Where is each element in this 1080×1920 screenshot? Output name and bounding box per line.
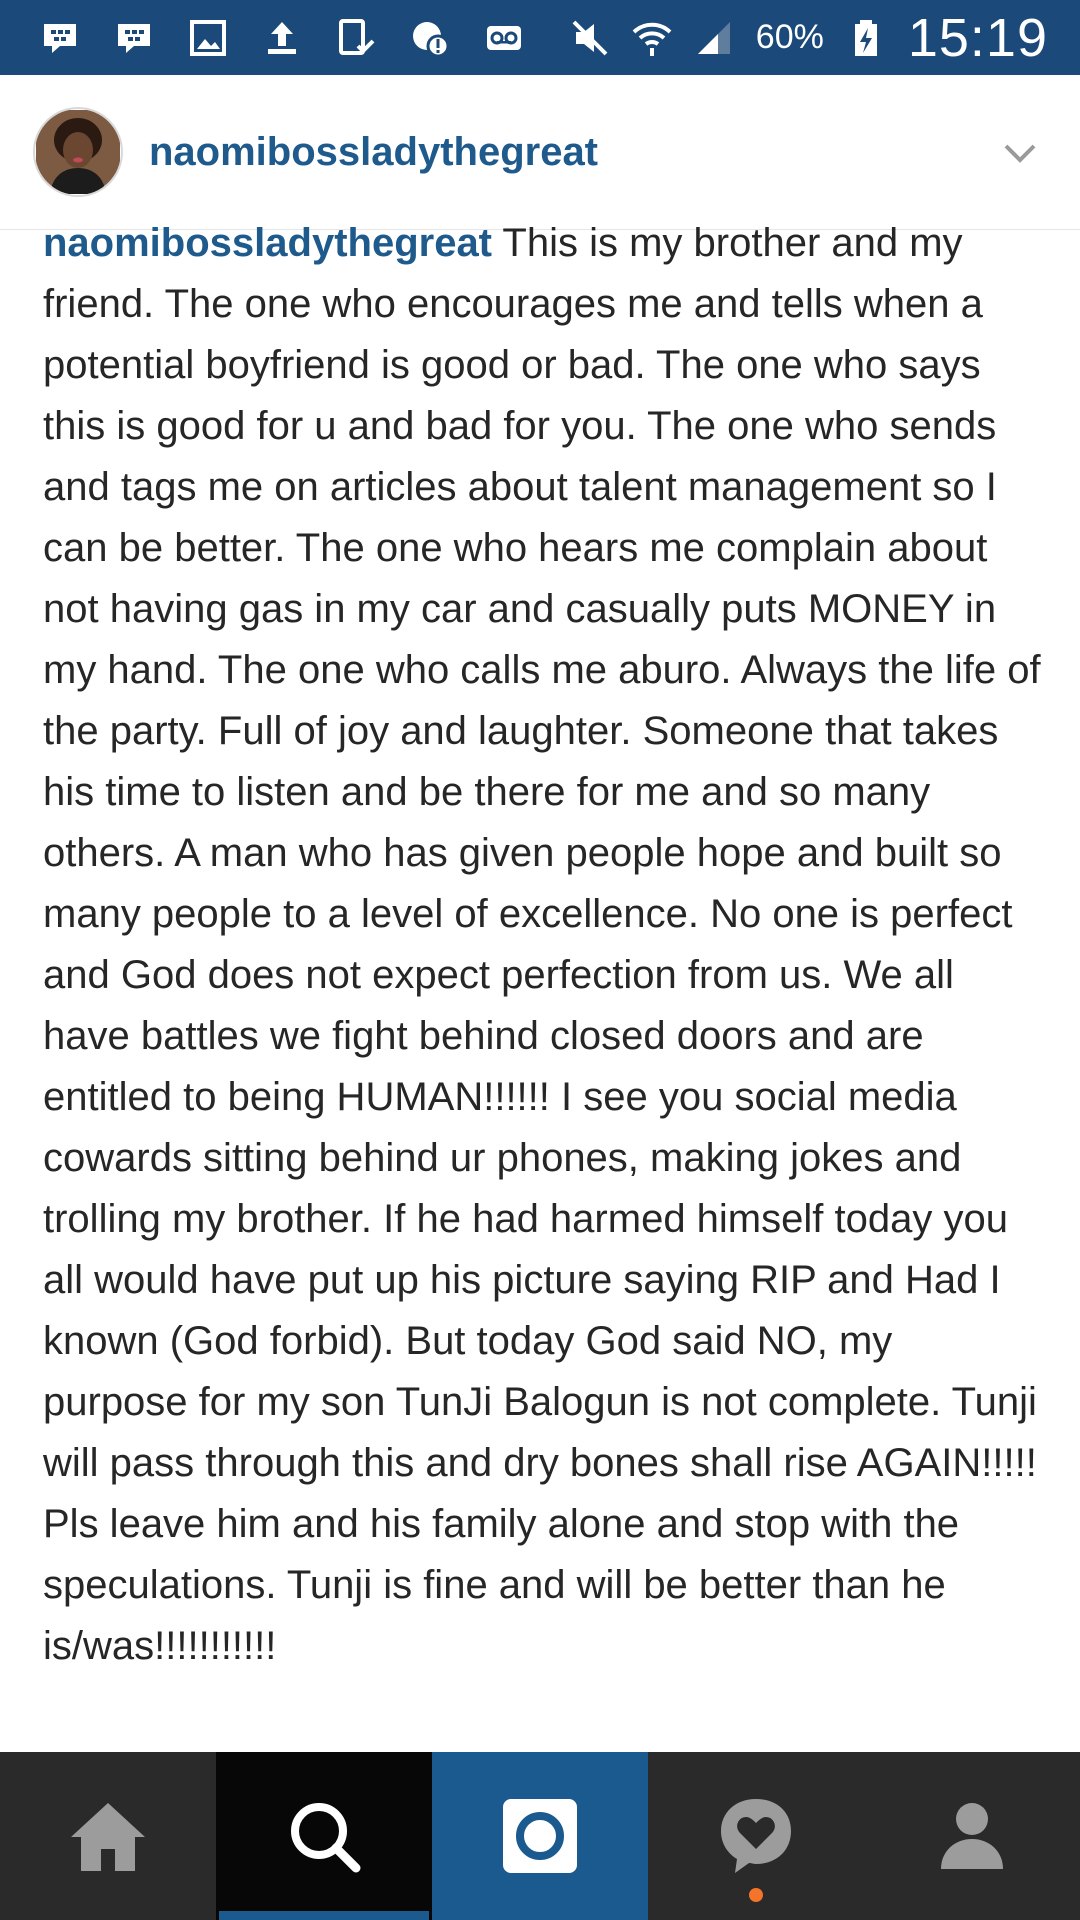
caption-username[interactable]: naomibossladythegreat xyxy=(43,221,492,265)
profile-icon xyxy=(941,1803,1003,1869)
alert-icon xyxy=(410,18,450,58)
gallery-icon xyxy=(188,18,228,58)
battery-charging-icon xyxy=(846,18,886,58)
battery-percent: 60% xyxy=(755,18,824,56)
voicemail-icon xyxy=(484,18,524,58)
mute-icon xyxy=(570,18,610,58)
caption-text: This is my brother and my friend. The on… xyxy=(43,221,1041,1668)
nav-profile[interactable] xyxy=(864,1752,1080,1920)
status-bar: 60% 15:19 xyxy=(0,0,1080,75)
search-icon xyxy=(291,1803,361,1873)
post-caption: naomibossladythegreat This is my brother… xyxy=(43,213,1043,1677)
signal-icon xyxy=(694,18,734,58)
chevron-down-icon[interactable] xyxy=(1000,132,1040,172)
notification-dot xyxy=(749,1888,763,1902)
wifi-icon xyxy=(632,18,672,58)
post-header: naomibossladythegreat xyxy=(0,75,1080,230)
bbm-icon xyxy=(114,18,154,58)
home-icon xyxy=(71,1803,145,1871)
header-username[interactable]: naomibossladythegreat xyxy=(149,130,598,175)
nav-camera[interactable] xyxy=(432,1752,648,1920)
clock: 15:19 xyxy=(907,7,1048,68)
heart-bubble-icon xyxy=(721,1799,791,1873)
nav-activity[interactable] xyxy=(648,1752,864,1920)
camera-icon xyxy=(503,1799,577,1873)
notification-icons xyxy=(0,18,524,58)
avatar[interactable] xyxy=(33,107,123,197)
bottom-navigation xyxy=(0,1752,1080,1920)
nav-home[interactable] xyxy=(0,1752,216,1920)
bbm-icon xyxy=(40,18,80,58)
upload-icon xyxy=(262,18,302,58)
tablet-icon xyxy=(336,18,376,58)
nav-search[interactable] xyxy=(216,1752,432,1920)
system-indicators: 60% 15:19 xyxy=(570,7,1080,69)
